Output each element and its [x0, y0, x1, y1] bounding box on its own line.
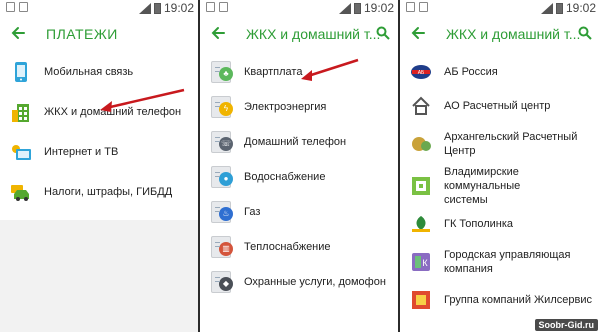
list-item-zhilservis[interactable]: Группа компаний Жилсервис — [400, 283, 600, 317]
vladimir-logo-icon — [410, 175, 432, 197]
building-icon — [10, 101, 32, 123]
list-item-housing[interactable]: ЖКХ и домашний телефон — [0, 92, 198, 132]
provider-list: АБ АБ Россия АО Расчетный центр Архангел… — [400, 55, 600, 317]
payment-category-list: Мобильная связь ЖКХ и домашний телефон И… — [0, 52, 198, 212]
status-time: 19:02 — [363, 1, 394, 15]
screen-housing-categories: 19:02 ЖКХ и домашний т... ♣ Квартплата ϟ… — [200, 0, 398, 332]
status-bar: 19:02 — [400, 0, 600, 16]
list-item-label: АО Расчетный центр — [444, 100, 551, 112]
list-item-label: Мобильная связь — [44, 66, 134, 78]
list-item-mobile[interactable]: Мобильная связь — [0, 52, 198, 92]
car-icon — [10, 181, 32, 203]
house-logo-icon — [410, 95, 432, 117]
list-item-label: Владимирские коммунальные системы — [444, 166, 521, 206]
battery-icon — [555, 2, 563, 14]
status-time: 19:02 — [565, 1, 596, 15]
list-item-label: Теплоснабжение — [244, 240, 331, 253]
list-item-label: Налоги, штрафы, ГИБДД — [44, 186, 173, 198]
list-item-ab-russia[interactable]: АБ АБ Россия — [400, 55, 600, 89]
list-item-label: Группа компаний Жилсервис — [444, 294, 592, 306]
tv-icon — [10, 141, 32, 163]
signal-icon — [338, 2, 351, 14]
battery-icon — [153, 2, 161, 14]
phone-handset-icon: ☏ — [211, 130, 233, 153]
list-item-arkhangelsk[interactable]: Архангельский Расчетный Центр — [400, 123, 600, 165]
list-item-label: Водоснабжение — [244, 170, 326, 183]
watermark: Soobr-Gid.ru — [534, 319, 598, 331]
back-arrow-icon[interactable] — [10, 25, 26, 41]
list-item-guk[interactable]: К Городская управляющая компания — [400, 241, 600, 283]
zhilservis-logo-icon — [410, 289, 432, 311]
battery-icon — [353, 2, 361, 14]
housing-service-list: ♣ Квартплата ϟ Электроэнергия ☏ Домашний… — [200, 54, 398, 299]
arkhangelsk-logo-icon — [410, 133, 432, 155]
search-icon[interactable] — [578, 26, 592, 40]
list-item-label: Электроэнергия — [244, 100, 327, 113]
page-title: ЖКХ и домашний т... — [246, 26, 381, 42]
status-bar: 19:02 — [0, 0, 198, 16]
tree-icon: ♣ — [211, 60, 233, 83]
toolbar: ЖКХ и домашний т... — [200, 16, 398, 52]
search-icon[interactable] — [376, 26, 390, 40]
lightning-icon: ϟ — [211, 95, 233, 118]
list-item-label: Городская управляющая компания — [444, 249, 571, 275]
page-title: ЖКХ и домашний т... — [446, 26, 581, 42]
signal-icon — [540, 2, 553, 14]
svg-text:К: К — [422, 258, 428, 268]
signal-icon — [138, 2, 151, 14]
flame-icon: ♨ — [211, 200, 233, 223]
list-item-label: АБ Россия — [444, 66, 498, 78]
phone-icon — [10, 61, 32, 83]
list-item-internet-tv[interactable]: Интернет и ТВ — [0, 132, 198, 172]
toolbar: ПЛАТЕЖИ — [0, 16, 198, 52]
list-item-label: Газ — [244, 205, 261, 218]
page-title: ПЛАТЕЖИ — [46, 26, 118, 42]
list-item-label: ЖКХ и домашний телефон — [44, 106, 182, 118]
list-item-security[interactable]: ◆ Охранные услуги, домофон — [200, 264, 398, 299]
ab-russia-logo-icon: АБ — [410, 61, 432, 83]
list-item-label: Интернет и ТВ — [44, 146, 119, 158]
list-item-water[interactable]: ● Водоснабжение — [200, 159, 398, 194]
list-item-taxes[interactable]: Налоги, штрафы, ГИБДД — [0, 172, 198, 212]
list-item-label: Домашний телефон — [244, 135, 347, 148]
list-item-label: Квартплата — [244, 65, 303, 78]
shield-icon: ◆ — [211, 270, 233, 293]
back-arrow-icon[interactable] — [210, 25, 226, 41]
status-bar: 19:02 — [200, 0, 398, 16]
heater-icon: ▥ — [211, 235, 233, 258]
back-arrow-icon[interactable] — [410, 25, 426, 41]
list-item-label: Архангельский Расчетный Центр — [444, 131, 578, 157]
list-item-electricity[interactable]: ϟ Электроэнергия — [200, 89, 398, 124]
list-item-gas[interactable]: ♨ Газ — [200, 194, 398, 229]
list-item-label: Охранные услуги, домофон — [244, 275, 386, 288]
water-drop-icon: ● — [211, 165, 233, 188]
toolbar: ЖКХ и домашний т... — [400, 16, 600, 52]
list-item-home-phone[interactable]: ☏ Домашний телефон — [200, 124, 398, 159]
topolinka-logo-icon — [410, 213, 432, 235]
status-time: 19:02 — [163, 1, 194, 15]
list-item-topolinka[interactable]: ГК Тополинка — [400, 207, 600, 241]
svg-text:АБ: АБ — [418, 70, 425, 76]
list-item-ao-rc[interactable]: АО Расчетный центр — [400, 89, 600, 123]
list-item-rent[interactable]: ♣ Квартплата — [200, 54, 398, 89]
guk-logo-icon: К — [410, 251, 432, 273]
list-item-label: ГК Тополинка — [444, 218, 514, 230]
screen-payments: 19:02 ПЛАТЕЖИ Мобильная связь ЖКХ и дома… — [0, 0, 198, 332]
screen-housing-providers: 19:02 ЖКХ и домашний т... АБ АБ Россия А… — [400, 0, 600, 332]
list-item-heating[interactable]: ▥ Теплоснабжение — [200, 229, 398, 264]
list-item-vladimir[interactable]: Владимирские коммунальные системы — [400, 165, 600, 207]
